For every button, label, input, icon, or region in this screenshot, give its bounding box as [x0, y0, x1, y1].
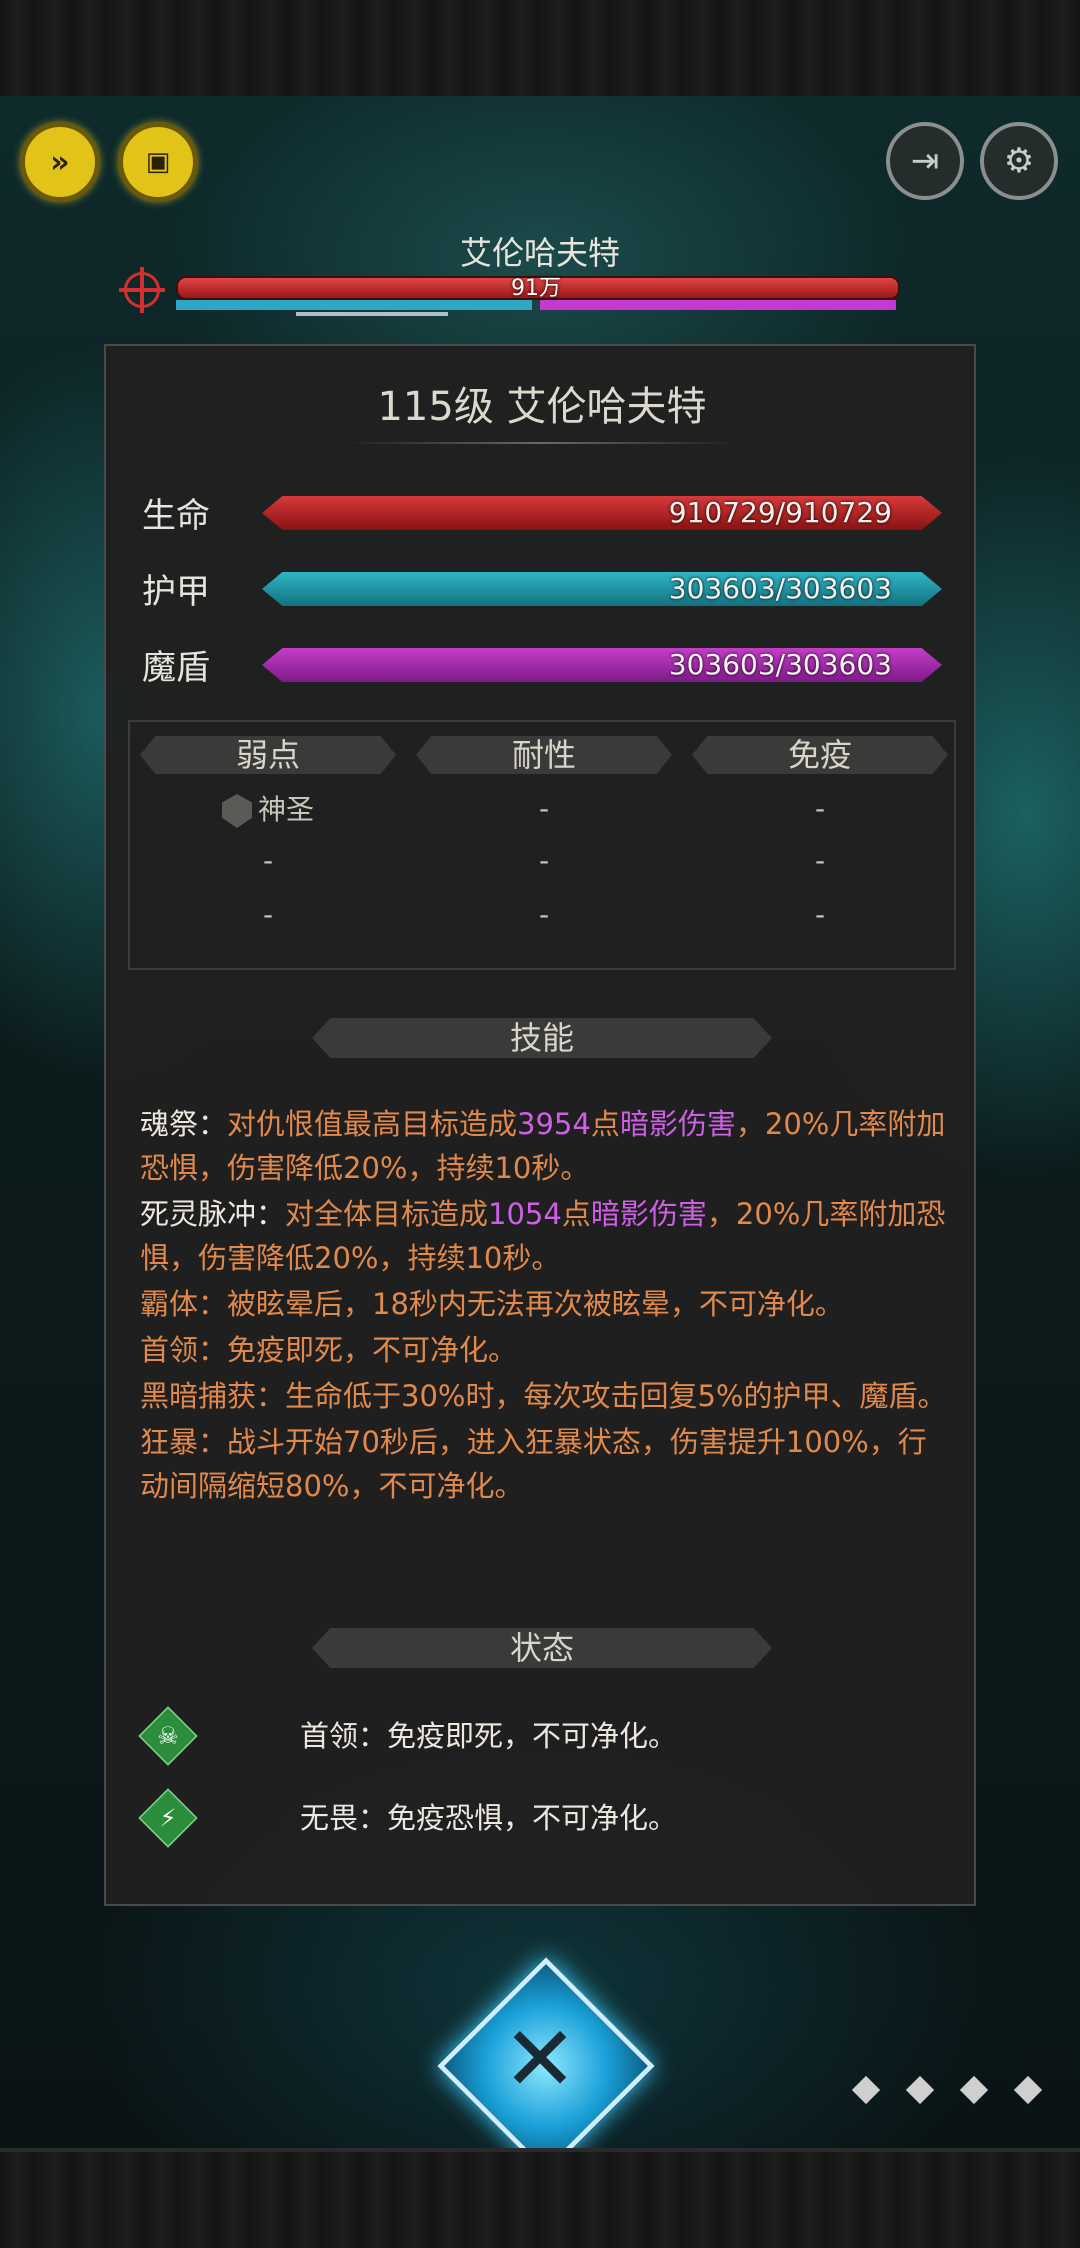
armor-bar: 303603/303603: [262, 572, 942, 606]
crossed-swords-icon: ✕: [502, 2007, 578, 2112]
fast-forward-button[interactable]: »: [20, 122, 100, 202]
shield-value: 303603/303603: [668, 648, 892, 681]
skill-text-segment: 黑暗捕获：生命低于30%时，每次攻击回复5%的护甲、魔盾。: [140, 1379, 947, 1413]
status-text: 首领：免疫即死，不可净化。: [300, 1719, 678, 1753]
immunity-cell: -: [814, 898, 826, 931]
weakness-header: 弱点: [140, 736, 396, 774]
skill-text-segment: 点: [590, 1107, 620, 1141]
skill-entry: 死灵脉冲：对全体目标造成1054点暗影伤害，20%几率附加恐惧，伤害降低20%，…: [140, 1192, 950, 1280]
immunity-header: 免疫: [692, 736, 948, 774]
weakness-cell: -: [262, 844, 274, 877]
skull-icon: ☠: [157, 1722, 179, 1750]
holy-icon: [221, 794, 252, 828]
skill-text-segment: 死灵脉冲：: [140, 1197, 286, 1231]
auto-battle-button[interactable]: ▣: [118, 122, 198, 202]
shield-bar: 303603/303603: [262, 648, 942, 682]
gear-icon: ⚙: [1003, 141, 1035, 181]
status-text: 无畏：免疫恐惧，不可净化。: [300, 1801, 678, 1835]
target-icon[interactable]: [119, 267, 165, 313]
weakness-cell: 神圣: [140, 788, 396, 828]
skill-text-segment: 点: [561, 1197, 591, 1231]
boss-info-panel: 115级 艾伦哈夫特 生命 910729/910729 护甲 303603/30…: [104, 344, 976, 1906]
resistance-cell: -: [538, 792, 550, 825]
skill-text-segment: 1054: [488, 1197, 562, 1231]
exit-icon: ⇥: [910, 141, 940, 181]
boss-name-header: 艾伦哈夫特: [459, 234, 620, 272]
skill-text-segment: 暗影伤害: [590, 1197, 707, 1231]
skill-text-segment: 暗影伤害: [619, 1107, 736, 1141]
immunity-cell: -: [814, 792, 826, 825]
boss-hp-value: 91万: [511, 276, 561, 301]
armor-label: 护甲: [142, 572, 210, 612]
top-frame: [0, 0, 1080, 100]
skill-text-segment: 3954: [517, 1107, 591, 1141]
panel-title: 115级 艾伦哈夫特: [377, 384, 707, 430]
boss-armor-bar: [176, 300, 532, 310]
shield-label: 魔盾: [142, 648, 210, 688]
hp-value: 910729/910729: [668, 496, 892, 529]
boss-action-bar: [296, 312, 448, 316]
armor-value: 303603/303603: [668, 572, 892, 605]
skills-header: 技能: [312, 1018, 772, 1058]
skill-text-segment: 首领：免疫即死，不可净化。: [140, 1333, 518, 1367]
status-header: 状态: [312, 1628, 772, 1668]
skill-entry: 首领：免疫即死，不可净化。: [140, 1328, 950, 1372]
resistance-header: 耐性: [416, 736, 672, 774]
skills-list: 魂祭：对仇恨值最高目标造成3954点暗影伤害，20%几率附加恐惧，伤害降低20%…: [140, 1102, 950, 1510]
immunity-cell: -: [814, 844, 826, 877]
fast-forward-icon: »: [50, 144, 70, 180]
resistance-table: 弱点 耐性 免疫 神圣 - - - - - - - -: [128, 720, 956, 970]
skill-entry: 霸体：被眩晕后，18秒内无法再次被眩晕，不可净化。: [140, 1282, 950, 1326]
skill-text-segment: 霸体：被眩晕后，18秒内无法再次被眩晕，不可净化。: [140, 1287, 844, 1321]
skill-text-segment: 魂祭：: [140, 1107, 228, 1141]
skill-entry: 魂祭：对仇恨值最高目标造成3954点暗影伤害，20%几率附加恐惧，伤害降低20%…: [140, 1102, 950, 1190]
boss-shield-bar: [540, 300, 896, 310]
weakness-cell: -: [262, 898, 274, 931]
status-row-fearless: ⚡ 无畏：免疫恐惧，不可净化。: [138, 1788, 940, 1848]
exit-button[interactable]: ⇥: [886, 122, 964, 200]
resistance-cell: -: [538, 844, 550, 877]
resistance-cell: -: [538, 898, 550, 931]
skill-text-segment: 对全体目标造成: [285, 1197, 489, 1231]
weakness-value: 神圣: [257, 793, 314, 826]
monitor-icon: ▣: [145, 147, 171, 177]
fearless-icon: ⚡: [159, 1804, 177, 1832]
skill-text-segment: 对仇恨值最高目标造成: [227, 1107, 518, 1141]
skill-text-segment: 狂暴：战斗开始70秒后，进入狂暴状态，伤害提升100%，行动间隔缩短80%，不可…: [140, 1425, 927, 1503]
hp-bar: 910729/910729: [262, 496, 942, 530]
title-divider: [346, 442, 738, 444]
hp-label: 生命: [142, 496, 210, 536]
status-row-boss: ☠ 首领：免疫即死，不可净化。: [138, 1706, 940, 1766]
skill-entry: 狂暴：战斗开始70秒后，进入狂暴状态，伤害提升100%，行动间隔缩短80%，不可…: [140, 1420, 950, 1508]
bottom-frame: [0, 2148, 1080, 2248]
skill-entry: 黑暗捕获：生命低于30%时，每次攻击回复5%的护甲、魔盾。: [140, 1374, 950, 1418]
settings-button[interactable]: ⚙: [980, 122, 1058, 200]
